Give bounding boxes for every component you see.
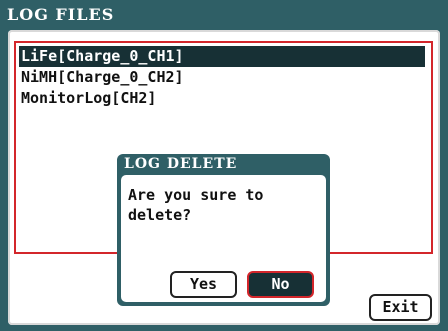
title-bar: LOG FILES: [0, 0, 448, 30]
log-delete-dialog: LOG DELETE Are you sure to delete? Yes N…: [117, 154, 330, 306]
yes-button[interactable]: Yes: [170, 271, 237, 298]
exit-button[interactable]: Exit: [369, 294, 432, 321]
log-file-item[interactable]: MonitorLog[CH2]: [19, 88, 425, 109]
dialog-message: Are you sure to delete?: [128, 186, 264, 224]
log-file-item[interactable]: LiFe[Charge_0_CH1]: [19, 46, 425, 67]
dialog-title: LOG DELETE: [124, 156, 238, 172]
no-button[interactable]: No: [247, 271, 314, 298]
dialog-body: Are you sure to delete? Yes No: [121, 175, 326, 302]
device-screen: LOG FILES LiFe[Charge_0_CH1] NiMH[Charge…: [0, 0, 448, 331]
window-title: LOG FILES: [7, 5, 115, 24]
log-file-item[interactable]: NiMH[Charge_0_CH2]: [19, 67, 425, 88]
